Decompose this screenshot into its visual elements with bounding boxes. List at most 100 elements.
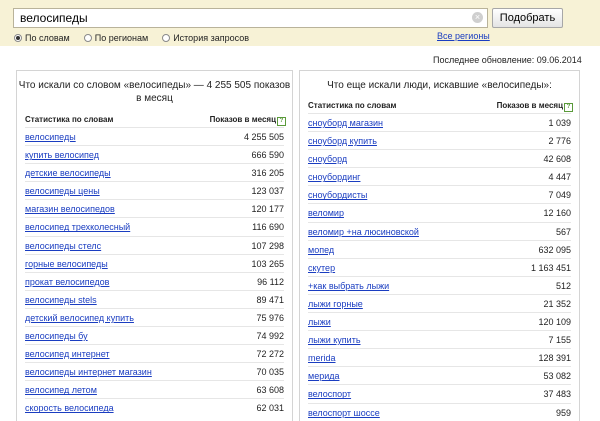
impressions-count: 103 265 — [251, 258, 284, 269]
table-row: велосипед трехколесный 116 690 — [25, 217, 284, 235]
phrase-link[interactable]: купить велосипед — [25, 150, 99, 160]
help-icon[interactable]: ? — [277, 117, 286, 126]
table-row: горные велосипеды 103 265 — [25, 253, 284, 272]
phrase-link[interactable]: скутер — [308, 263, 335, 273]
impressions-count: 316 205 — [251, 168, 284, 179]
submit-button[interactable]: Подобрать — [492, 8, 563, 28]
table-row: велосипеды 4 255 505 — [25, 127, 284, 145]
impressions-count: 959 — [555, 407, 571, 418]
phrase-link[interactable]: велосипед летом — [25, 385, 97, 395]
impressions-count: 123 037 — [251, 186, 284, 197]
table-row: скутер 1 163 451 — [308, 257, 571, 276]
panel-title: Что еще искали люди, искавшие «велосипед… — [327, 80, 552, 91]
impressions-count: 7 155 — [548, 335, 571, 346]
phrase-link[interactable]: велосипеды стелс — [25, 241, 101, 251]
impressions-count: 75 976 — [256, 312, 284, 323]
phrase-link[interactable]: сноуборд магазин — [308, 118, 383, 128]
impressions-count: 567 — [555, 226, 571, 237]
mode-by-regions[interactable]: По регионам — [83, 31, 149, 44]
phrase-link[interactable]: лыжи купить — [308, 335, 361, 345]
table-row: велосипеды стелс 107 298 — [25, 235, 284, 254]
table-row: сноуборд купить 2 776 — [308, 131, 571, 149]
impressions-count: 2 776 — [548, 136, 571, 147]
search-field[interactable]: × — [13, 8, 488, 28]
phrase-link[interactable]: сноубордисты — [308, 190, 367, 200]
phrase-link[interactable]: веломир — [308, 208, 344, 218]
column-header-count-label: Показов в месяц — [496, 101, 563, 110]
mode-by-words[interactable]: По словам — [14, 31, 70, 44]
help-icon[interactable]: ? — [564, 103, 573, 112]
phrase-link[interactable]: мопед — [308, 245, 334, 255]
mode-selector: По словам По регионам История запросов — [14, 31, 263, 44]
impressions-count: 37 483 — [543, 389, 571, 400]
mode-history[interactable]: История запросов — [162, 31, 249, 44]
phrase-link[interactable]: веломир +на люсиновской — [308, 227, 419, 237]
phrase-link[interactable]: велоспорт — [308, 389, 351, 399]
mode-by-regions-label: По регионам — [94, 32, 149, 43]
table-row: merida 128 391 — [308, 348, 571, 366]
phrase-link[interactable]: +как выбрать лыжи — [308, 281, 389, 291]
phrase-link[interactable]: детский велосипед купить — [25, 313, 134, 323]
table-row: скорость велосипеда 62 031 — [25, 398, 284, 416]
impressions-count: 4 255 505 — [243, 132, 284, 142]
radio-icon[interactable] — [83, 33, 92, 42]
impressions-count: 120 109 — [538, 317, 571, 328]
table-row: купить велосипед 666 590 — [25, 145, 284, 163]
phrase-link[interactable]: merida — [308, 353, 336, 363]
impressions-count: 7 049 — [548, 190, 571, 201]
column-header-count-label: Показов в месяц — [209, 115, 276, 124]
mode-by-words-label: По словам — [25, 32, 70, 43]
phrase-link[interactable]: детские велосипеды — [25, 168, 111, 178]
impressions-count: 42 608 — [543, 154, 571, 165]
table-row: детский велосипед купить 75 976 — [25, 307, 284, 326]
impressions-count: 4 447 — [548, 172, 571, 183]
phrase-list: сноуборд магазин 1 039 сноуборд купить 2 77… — [308, 113, 571, 421]
table-row: велосипед летом 63 608 — [25, 380, 284, 398]
phrase-link[interactable]: сноуборд — [308, 154, 347, 164]
table-row: детские велосипеды 316 205 — [25, 163, 284, 181]
table-row: велоспорт шоссе 959 — [308, 402, 571, 421]
phrase-link[interactable]: сноубординг — [308, 172, 360, 182]
table-row: лыжи купить 7 155 — [308, 330, 571, 348]
table-row: сноуборд 42 608 — [308, 149, 571, 167]
search-bar: × Подобрать По словам По регионам Истори… — [0, 0, 600, 46]
impressions-count: 74 992 — [256, 331, 284, 342]
impressions-count: 116 690 — [252, 222, 284, 233]
clear-icon[interactable]: × — [472, 12, 483, 23]
phrase-link[interactable]: мерида — [308, 371, 339, 381]
phrase-link[interactable]: велосипеды — [25, 132, 76, 142]
phrase-link[interactable]: лыжи — [308, 317, 331, 327]
impressions-count: 128 391 — [538, 353, 571, 364]
radio-selected-icon[interactable] — [14, 33, 22, 42]
table-row: велосипеды бу 74 992 — [25, 326, 284, 344]
table-row: сноубординг 4 447 — [308, 167, 571, 185]
phrase-link[interactable]: велосипед трехколесный — [25, 222, 130, 232]
panel-title: Что искали со словом «велосипеды» — 4 25… — [18, 80, 291, 104]
radio-icon[interactable] — [162, 33, 171, 42]
phrase-link[interactable]: скорость велосипеда — [25, 403, 114, 413]
impressions-count: 107 298 — [251, 240, 284, 251]
phrase-link[interactable]: сноуборд купить — [308, 136, 377, 146]
search-input[interactable] — [14, 9, 469, 27]
phrase-link[interactable]: прокат велосипедов — [25, 277, 109, 287]
table-row: прокат велосипедов 96 112 — [25, 271, 284, 290]
phrase-link[interactable]: велосипед интернет — [25, 349, 110, 359]
phrase-link[interactable]: горные велосипеды — [25, 259, 108, 269]
phrase-link[interactable]: велосипеды интернет магазин — [25, 367, 152, 377]
table-row: велосипед интернет 72 272 — [25, 344, 284, 362]
column-header-phrase: Статистика по словам — [25, 115, 114, 124]
phrase-link[interactable]: велосипеды stels — [25, 295, 97, 305]
phrase-link[interactable]: магазин велосипедов — [25, 204, 115, 214]
phrase-link[interactable]: лыжи горные — [308, 299, 363, 309]
impressions-count: 62 031 — [256, 403, 284, 414]
table-row: лыжи горные 21 352 — [308, 293, 571, 312]
table-row: веломир +на люсиновской 567 — [308, 221, 571, 240]
table-row: магазин велосипедов 120 177 — [25, 199, 284, 217]
column-headers: Статистика по словам Показов в месяц? — [25, 115, 286, 127]
phrase-link[interactable]: велоспорт шоссе — [308, 408, 380, 418]
phrase-link[interactable]: велосипеды бу — [25, 331, 88, 341]
all-regions-link[interactable]: Все регионы — [437, 31, 490, 41]
phrase-link[interactable]: велосипеды цены — [25, 186, 100, 196]
impressions-count: 666 590 — [251, 150, 284, 161]
column-headers: Статистика по словам Показов в месяц? — [308, 101, 573, 113]
